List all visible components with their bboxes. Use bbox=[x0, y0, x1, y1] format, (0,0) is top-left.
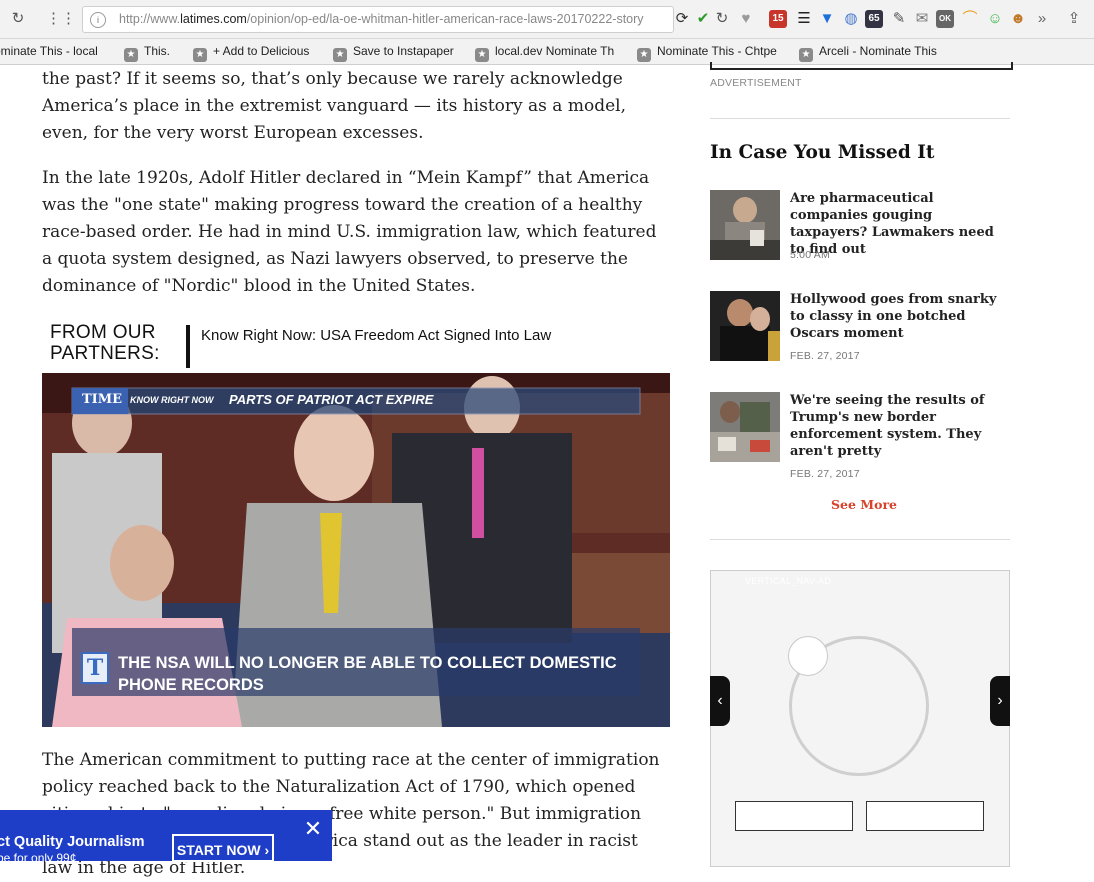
subscription-promo: ct Quality Journalism be for only 99¢ ST… bbox=[0, 810, 332, 865]
eyedropper-extension-icon[interactable]: ✎ bbox=[889, 9, 909, 29]
bookmark-star-icon: ★ bbox=[333, 48, 347, 62]
see-more-link[interactable]: See More bbox=[831, 497, 897, 512]
bookmark-star-icon: ★ bbox=[124, 48, 138, 62]
ok-extension-icon[interactable]: OK bbox=[936, 10, 954, 28]
promo-subtitle: be for only 99¢ bbox=[0, 851, 77, 865]
bookmark-nominate-local[interactable]: ominate This - local bbox=[0, 44, 98, 58]
page-info-icon[interactable]: i bbox=[90, 12, 106, 28]
start-now-button[interactable]: START NOW › bbox=[172, 834, 274, 862]
bookmark-chtpe[interactable]: ★ Nominate This - Chtpe bbox=[637, 44, 777, 62]
item-headline[interactable]: We're seeing the results of Trump's new … bbox=[790, 392, 1010, 460]
rainbow-extension-icon[interactable]: ⌒ bbox=[960, 9, 980, 29]
bookmark-this[interactable]: ★ This. bbox=[124, 44, 170, 62]
refresh-extension-icon[interactable]: ↻ bbox=[712, 9, 732, 29]
item-date: 5:00 AM bbox=[790, 249, 830, 261]
partners-label: FROM OUR PARTNERS: bbox=[50, 322, 160, 364]
item-date: FEB. 27, 2017 bbox=[790, 350, 860, 362]
bookmark-star-icon: ★ bbox=[799, 48, 813, 62]
carousel-next-button[interactable]: › bbox=[990, 676, 1010, 726]
advertisement-frame bbox=[710, 62, 1013, 70]
ad-option-button[interactable] bbox=[866, 801, 984, 831]
heart-icon[interactable]: ♥ bbox=[736, 9, 756, 29]
bookmark-arceli[interactable]: ★ Arceli - Nominate This bbox=[799, 44, 937, 62]
thumbnail-image[interactable] bbox=[710, 291, 780, 361]
video-player[interactable]: TIME KNOW RIGHT NOW PARTS OF PATRIOT ACT… bbox=[42, 373, 670, 727]
loading-knob bbox=[788, 636, 828, 676]
article-paragraph: the past? If it seems so, that’s only be… bbox=[42, 69, 626, 143]
section-title: In Case You Missed It bbox=[710, 142, 935, 163]
shield-extension-icon[interactable]: ▼ bbox=[817, 9, 837, 29]
item-date: FEB. 27, 2017 bbox=[790, 468, 860, 480]
overflow-chevron-icon[interactable]: » bbox=[1032, 9, 1052, 29]
bookmark-star-icon: ★ bbox=[193, 48, 207, 62]
thumbnail-image[interactable] bbox=[710, 392, 780, 462]
partners-divider bbox=[186, 325, 190, 368]
ad-option-button[interactable] bbox=[735, 801, 853, 831]
bookmark-star-icon: ★ bbox=[637, 48, 651, 62]
divider bbox=[710, 539, 1010, 540]
bookmark-instapaper[interactable]: ★ Save to Instapaper bbox=[333, 44, 454, 62]
article-paragraph: In the late 1920s, Adolf Hitler declared… bbox=[42, 168, 657, 296]
layers-extension-icon[interactable]: ☰ bbox=[794, 9, 814, 29]
video-logo-icon: T bbox=[86, 655, 104, 681]
toolbox-extension-icon[interactable]: ✉ bbox=[912, 9, 932, 29]
promo-title: ct Quality Journalism bbox=[0, 834, 145, 850]
list-item[interactable]: We're seeing the results of Trump's new … bbox=[710, 392, 1010, 480]
apps-grid-icon[interactable]: ⋮⋮ bbox=[46, 9, 76, 29]
share-icon[interactable]: ⇪ bbox=[1064, 9, 1084, 29]
divider bbox=[710, 118, 1010, 119]
reload-icon[interactable]: ↻ bbox=[8, 9, 28, 29]
vertical-nav-label: VERTICAL_NAV-AD bbox=[745, 576, 832, 586]
video-caption: THE NSA WILL NO LONGER BE ABLE TO COLLEC… bbox=[118, 654, 617, 694]
item-headline[interactable]: Are pharmaceutical companies gouging tax… bbox=[790, 190, 1010, 258]
carousel-prev-button[interactable]: ‹ bbox=[710, 676, 730, 726]
mask-extension-icon[interactable]: ☻ bbox=[1008, 9, 1028, 29]
address-bar[interactable]: i http://www.latimes.com/opinion/op-ed/l… bbox=[82, 6, 674, 33]
list-item[interactable]: Hollywood goes from snarky to classy in … bbox=[710, 291, 1010, 363]
globe-extension-icon[interactable]: ◍ bbox=[841, 9, 861, 29]
sync-icon[interactable]: ⟳ bbox=[672, 9, 692, 29]
browser-toolbar: ↻ ⋮⋮ i http://www.latimes.com/opinion/op… bbox=[0, 0, 1094, 39]
counter-extension-icon[interactable]: 65 bbox=[865, 10, 883, 28]
chevron-right-icon: › bbox=[997, 692, 1003, 709]
url-text: http://www.latimes.com/opinion/op-ed/la-… bbox=[119, 12, 644, 26]
video-headline: PARTS OF PATRIOT ACT EXPIRE bbox=[229, 392, 434, 407]
checkmark-extension-icon[interactable]: ✔ bbox=[693, 9, 713, 29]
video-brand: TIME bbox=[82, 392, 123, 407]
item-headline[interactable]: Hollywood goes from snarky to classy in … bbox=[790, 291, 1010, 342]
chevron-left-icon: ‹ bbox=[717, 692, 723, 709]
thumbnail-image[interactable] bbox=[710, 190, 780, 260]
bookmark-star-icon: ★ bbox=[475, 48, 489, 62]
video-tag: KNOW RIGHT NOW bbox=[130, 395, 214, 405]
grammar-extension-icon[interactable]: ☺ bbox=[985, 9, 1005, 29]
bookmark-local-dev[interactable]: ★ local.dev Nominate Th bbox=[475, 44, 614, 62]
bookmark-delicious[interactable]: ★ + Add to Delicious bbox=[193, 44, 309, 62]
calendar-extension-icon[interactable]: 15 bbox=[769, 10, 787, 28]
partner-link[interactable]: Know Right Now: USA Freedom Act Signed I… bbox=[201, 327, 551, 344]
list-item[interactable]: Are pharmaceutical companies gouging tax… bbox=[710, 190, 1010, 262]
close-icon[interactable]: ✕ bbox=[302, 818, 324, 840]
advertisement-label: ADVERTISEMENT bbox=[710, 77, 802, 89]
